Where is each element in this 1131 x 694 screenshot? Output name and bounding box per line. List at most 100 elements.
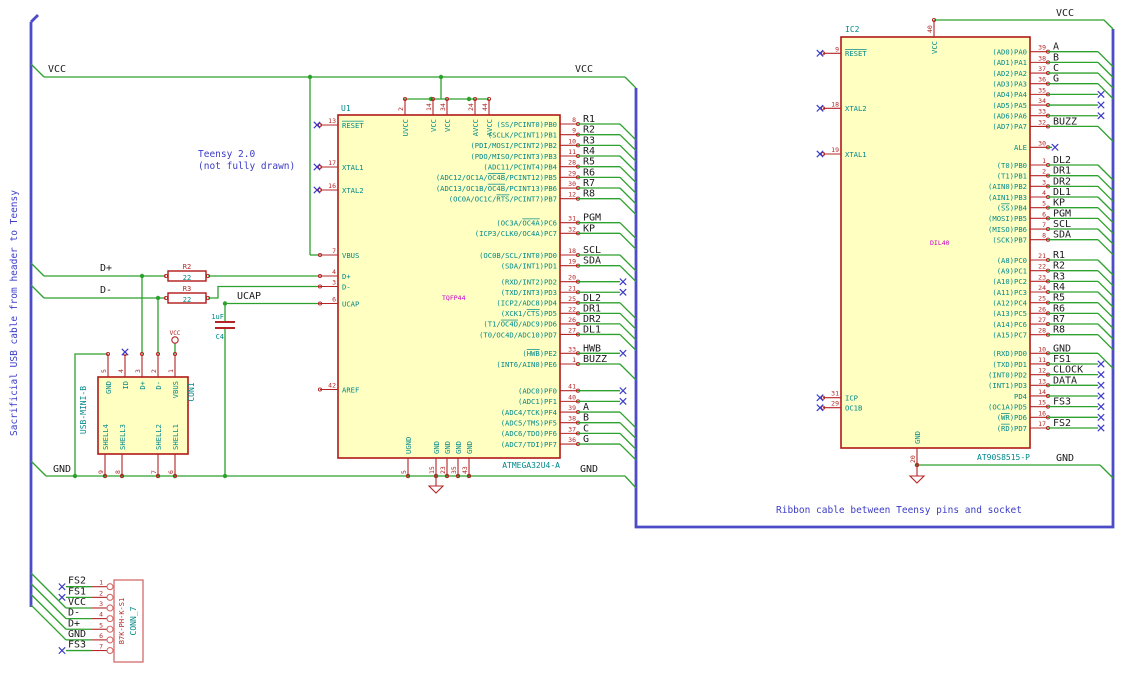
net-label-DR2: DR2 (583, 314, 601, 325)
pin-name-34: VCC (443, 119, 452, 132)
pin-name-33: (AD6)PA6 (992, 112, 1027, 121)
pin-number-2: 2 (150, 369, 158, 373)
pin-number-3: 3 (99, 600, 103, 608)
pin-number-24: 24 (1038, 284, 1046, 292)
pin-number-6: 6 (99, 632, 103, 640)
pin-number-22: 22 (1038, 263, 1046, 271)
pin-number-8: 8 (1042, 232, 1046, 240)
pin-pad-4 (106, 615, 114, 623)
pin-number-28: 28 (1038, 327, 1046, 335)
pin-number-19: 19 (831, 146, 839, 154)
ic2-variant: DIL40 (930, 239, 950, 247)
pin-name-36: (AD3)PA3 (992, 80, 1027, 89)
resistor-r3[interactable]: R3 22 (163, 285, 211, 304)
net-label-SDA: SDA (1053, 230, 1071, 241)
pin-name-38: (AD1)PA1 (992, 58, 1027, 67)
pin-name-2: (T1)PB1 (997, 171, 1027, 180)
pin-name-21: (TXD/INT3)PD3 (501, 288, 557, 297)
pin-number-12: 12 (1038, 367, 1046, 375)
pin-name-1: (INT6/AIN0)PE6 (496, 360, 557, 369)
net-label-DATA: DATA (1053, 375, 1077, 386)
pin-name-9: (SCLK/PCINT1)PB1 (488, 130, 557, 139)
pin-number-26: 26 (568, 316, 576, 324)
dminus-label: D- (100, 285, 112, 296)
pin-name-26: (A13)PC5 (992, 309, 1027, 318)
pin-name-17: XTAL1 (342, 163, 364, 172)
pin-number-7: 7 (332, 247, 336, 255)
net-label-FS2: FS2 (1053, 418, 1071, 429)
net-label-R4: R4 (583, 146, 595, 157)
pin-name-29: (ADC12/OC1A/OC4B/PCINT12)PB5 (436, 173, 557, 182)
pin-name-13: RESET (342, 121, 364, 130)
pin-name-3: (AIN0)PB2 (988, 182, 1027, 191)
pin-name-25: (ICP2/ADC8)PD4 (496, 299, 557, 308)
conn7-pins: 1 FS2 2 FS1 3 VCC 4 D- 5 D+ 6 GND 7 FS3 (30, 572, 114, 655)
pin-name-39: (AD0)PA0 (992, 48, 1027, 57)
pin-number-25: 25 (1038, 295, 1046, 303)
net-label-R5: R5 (1053, 293, 1065, 304)
pin-number-5: 5 (1042, 200, 1046, 208)
pin-number-17: 17 (328, 159, 336, 167)
pin-name-34: (AD5)PA5 (992, 101, 1027, 110)
pin-name-36: (ADC7/TDI)PF7 (501, 440, 557, 449)
pin-name-27: (A14)PC6 (992, 320, 1027, 329)
gnd-label-u1: GND (580, 464, 598, 475)
pin-number-4: 4 (99, 611, 103, 619)
pin-number-38: 38 (568, 415, 576, 423)
r3-ref: R3 (183, 285, 191, 293)
pin-name-2: UVCC (401, 119, 410, 136)
net-label-DR1: DR1 (1053, 166, 1071, 177)
pin-number-25: 25 (568, 295, 576, 303)
pin-number-39: 39 (1038, 44, 1046, 52)
pin-name-22: (A9)PC1 (997, 266, 1027, 275)
pin-name-14: PD4 (1014, 392, 1027, 401)
net-label-B: B (1053, 52, 1059, 63)
pin-number-32: 32 (1038, 118, 1046, 126)
pin-number-1: 1 (572, 356, 576, 364)
pin-name-6: SHELL1 (171, 424, 180, 450)
bus-entry (30, 593, 67, 630)
pin-name-19: (SDA/INT1)PD1 (501, 262, 557, 271)
pin-name-25: (A12)PC4 (992, 298, 1027, 307)
pin-number-7: 7 (150, 470, 158, 474)
pin-number-6: 6 (332, 296, 336, 304)
pin-name-1: (T0)PB0 (997, 161, 1027, 170)
net-label-PGM: PGM (1053, 208, 1071, 219)
pin-name-33: (HWB)PE2 (522, 349, 557, 358)
pin-number-34: 34 (439, 103, 447, 111)
pin-name-43: GND (465, 441, 474, 454)
pin-name-4: (AIN1)PB3 (988, 193, 1027, 202)
pin-number-9: 9 (835, 45, 839, 53)
ucap-label: UCAP (237, 291, 261, 302)
net-label-R5: R5 (583, 157, 595, 168)
pin-number-35: 35 (1038, 86, 1046, 94)
pin-number-13: 13 (1038, 377, 1046, 385)
pin-name-29: OC1B (845, 404, 862, 413)
pin-number-31: 31 (568, 215, 576, 223)
net-label-R7: R7 (1053, 314, 1065, 325)
net-label-DL2: DL2 (583, 293, 601, 304)
net-label-R2: R2 (1053, 261, 1065, 272)
net-label-R3: R3 (583, 135, 595, 146)
net-label-R4: R4 (1053, 282, 1065, 293)
capacitor-c4[interactable]: 1uF C4 (211, 313, 235, 341)
pin-number-24: 24 (467, 103, 475, 111)
pin-name-30: ALE (1014, 143, 1027, 152)
teensy-note-line2: (not fully drawn) (198, 161, 295, 172)
pin-name-10: (RXD)PD0 (992, 349, 1027, 358)
pin-number-18: 18 (831, 100, 839, 108)
pin-number-41: 41 (568, 383, 576, 391)
resistor-r2[interactable]: R2 22 (163, 263, 211, 282)
pin-number-38: 38 (1038, 54, 1046, 62)
pin-name-27: (T0/OC4D/ADC10)PD7 (479, 330, 557, 339)
u1-part: ATMEGA32U4-A (502, 461, 560, 470)
pin-name-2: D- (154, 381, 163, 390)
pin-name-12: (OC0A/OC1C/RTS/PCINT7)PB7 (449, 194, 557, 203)
pin-number-21: 21 (568, 284, 576, 292)
u1-portf-pins: 41 (ADC0)PF0 40 (ADC1)PF1 39 (ADC4/TCK)PF4 A 38… (501, 383, 637, 461)
net-label-SCL: SCL (1053, 219, 1071, 230)
pin-number-13: 13 (328, 117, 336, 125)
net-label-CLOCK: CLOCK (1053, 365, 1083, 376)
pin-name-40: VCC (930, 41, 939, 54)
pin-name-5: GND (104, 381, 113, 394)
